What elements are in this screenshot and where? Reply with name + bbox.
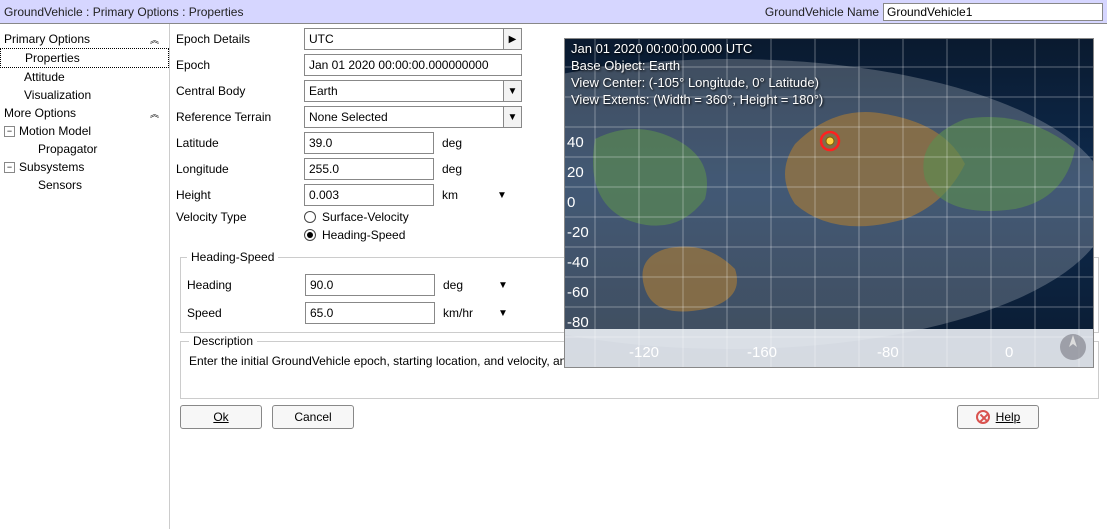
height-unit: km [442, 188, 488, 202]
sidebar: Primary Options ︽ Properties Attitude Vi… [0, 24, 170, 529]
map-overlay-text: Jan 01 2020 00:00:00.000 UTC Base Object… [571, 41, 823, 109]
svg-text:-60: -60 [567, 284, 589, 301]
ok-button[interactable]: Ok [180, 405, 262, 429]
longitude-label: Longitude [176, 162, 296, 176]
svg-text:-160: -160 [747, 344, 777, 361]
svg-text:20: 20 [567, 164, 584, 181]
heading-label: Heading [187, 278, 297, 292]
vehicle-name-input[interactable] [883, 3, 1103, 21]
svg-text:-40: -40 [567, 254, 589, 271]
sidebar-item-sensors[interactable]: Sensors [0, 176, 169, 194]
latitude-input[interactable] [304, 132, 434, 154]
sidebar-item-propagator[interactable]: Propagator [0, 140, 169, 158]
compass-icon [1059, 333, 1087, 361]
svg-text:0: 0 [567, 194, 575, 211]
sidebar-item-visualization[interactable]: Visualization [0, 86, 169, 104]
height-label: Height [176, 188, 296, 202]
breadcrumb: GroundVehicle : Primary Options : Proper… [4, 5, 765, 19]
central-body-label: Central Body [176, 84, 296, 98]
heading-speed-legend: Heading-Speed [187, 250, 278, 264]
radio-icon [304, 211, 316, 223]
caret-down-icon[interactable]: ▼ [503, 81, 521, 101]
radio-surface-velocity[interactable]: Surface-Velocity [304, 210, 409, 224]
description-legend: Description [189, 334, 257, 348]
sidebar-group-primary[interactable]: Primary Options ︽ [0, 30, 169, 48]
velocity-type-label: Velocity Type [176, 210, 296, 224]
minus-icon[interactable]: − [4, 126, 15, 137]
sidebar-tree-motion-model[interactable]: − Motion Model [0, 122, 169, 140]
sidebar-group-more[interactable]: More Options ︽ [0, 104, 169, 122]
height-input[interactable] [304, 184, 434, 206]
title-bar: GroundVehicle : Primary Options : Proper… [0, 0, 1107, 24]
height-unit-dropdown[interactable]: ▼ [496, 190, 508, 201]
sidebar-item-properties[interactable]: Properties [0, 48, 169, 68]
sidebar-tree-subsystems[interactable]: − Subsystems [0, 158, 169, 176]
central-body-combo[interactable]: Earth ▼ [304, 80, 522, 102]
svg-text:40: 40 [567, 134, 584, 151]
speed-label: Speed [187, 306, 297, 320]
radio-icon [304, 229, 316, 241]
latitude-label: Latitude [176, 136, 296, 150]
longitude-unit: deg [442, 162, 488, 176]
svg-text:-80: -80 [567, 314, 589, 331]
caret-down-icon[interactable]: ▼ [503, 107, 521, 127]
collapse-icon: ︽ [150, 33, 165, 46]
speed-unit-dropdown[interactable]: ▼ [497, 308, 509, 319]
speed-input[interactable] [305, 302, 435, 324]
latitude-unit: deg [442, 136, 488, 150]
svg-text:-120: -120 [629, 344, 659, 361]
svg-text:-80: -80 [877, 344, 899, 361]
heading-unit-dropdown[interactable]: ▼ [497, 280, 509, 291]
epoch-details-label: Epoch Details [176, 32, 296, 46]
longitude-input[interactable] [304, 158, 434, 180]
epoch-input[interactable] [304, 54, 522, 76]
epoch-label: Epoch [176, 58, 296, 72]
heading-unit: deg [443, 278, 489, 292]
map-view[interactable]: 40 20 0 -20 -40 -60 -80 -120 -160 -80 0 … [564, 38, 1094, 368]
reference-terrain-combo[interactable]: None Selected ▼ [304, 106, 522, 128]
caret-right-icon[interactable]: ▶ [503, 29, 521, 49]
svg-text:0: 0 [1005, 344, 1013, 361]
collapse-icon: ︽ [150, 107, 165, 120]
radio-heading-speed[interactable]: Heading-Speed [304, 228, 405, 242]
reference-terrain-label: Reference Terrain [176, 110, 296, 124]
speed-unit: km/hr [443, 306, 489, 320]
name-label: GroundVehicle Name [765, 5, 879, 19]
minus-icon[interactable]: − [4, 162, 15, 173]
heading-input[interactable] [305, 274, 435, 296]
help-icon [976, 410, 990, 424]
sidebar-item-attitude[interactable]: Attitude [0, 68, 169, 86]
epoch-details-combo[interactable]: UTC ▶ [304, 28, 522, 50]
cancel-button[interactable]: Cancel [272, 405, 354, 429]
svg-text:-20: -20 [567, 224, 589, 241]
help-button[interactable]: Help [957, 405, 1039, 429]
